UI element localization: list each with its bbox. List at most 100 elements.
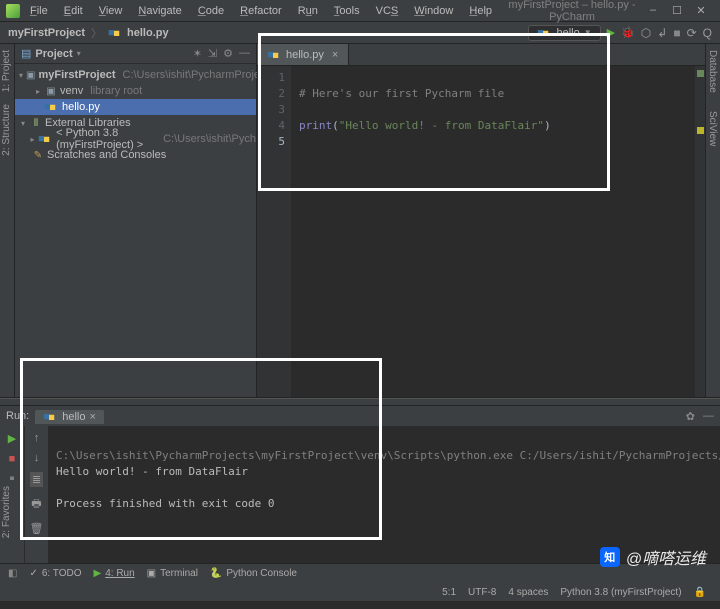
scratches-icon: ✎ [32, 150, 44, 161]
titlebar: FFileile Edit View Navigate Code Refacto… [0, 0, 720, 22]
chevron-right-icon: 〉 [89, 25, 104, 41]
console-output-line: Hello world! - from DataFlair [56, 465, 248, 478]
project-panel-title[interactable]: Project [35, 48, 72, 60]
chevron-right-icon[interactable]: ▸ [30, 135, 35, 144]
tool-tab-python-console[interactable]: 🐍Python Console [210, 568, 297, 579]
chevron-right-icon[interactable]: ▸ [34, 87, 42, 96]
main-area: 1: Project 2: Structure ▤ Project ▾ ✶ ⇲ … [0, 44, 720, 397]
tool-tab-favorites[interactable]: 2: Favorites [0, 480, 13, 544]
collapse-icon[interactable]: ⇲ [208, 47, 217, 60]
tool-tab-terminal[interactable]: ▣Terminal [147, 568, 198, 579]
debug-button[interactable]: 🐞 [621, 26, 635, 39]
update-button[interactable]: ⟳ [687, 26, 697, 40]
print-icon[interactable]: 🖶 [31, 495, 41, 514]
marker-ok-icon [697, 70, 704, 77]
menu-edit[interactable]: Edit [58, 5, 89, 17]
tool-tab-database[interactable]: Database [706, 44, 719, 99]
chevron-down-icon[interactable]: ▾ [19, 71, 23, 80]
console-output[interactable]: C:\Users\ishit\PycharmProjects\myFirstPr… [48, 426, 720, 563]
project-root[interactable]: myFirstProject [38, 69, 115, 81]
status-bar: 5:1 UTF-8 4 spaces Python 3.8 (myFirstPr… [0, 583, 720, 601]
settings-icon[interactable]: ⚙ [223, 47, 233, 60]
tool-tab-todo[interactable]: ✓6: TODO [29, 568, 81, 579]
code-line-4 [299, 135, 306, 148]
soft-wrap-icon[interactable]: ≣ [30, 472, 43, 487]
run-console-toolbar: ↑ ↓ ≣ 🖶 🗑 [24, 426, 48, 563]
window-close-icon[interactable]: ✕ [694, 4, 708, 17]
menu-tools[interactable]: Tools [328, 5, 366, 17]
console-exit-line: Process finished with exit code 0 [56, 497, 275, 510]
folder-icon: ▣ [26, 70, 35, 81]
project-tool-window: ▤ Project ▾ ✶ ⇲ ⚙ — ▾ ▣ myFirstProject C… [15, 44, 257, 397]
menu-refactor[interactable]: Refactor [234, 5, 288, 17]
python-file-icon [44, 101, 56, 113]
status-python[interactable]: Python 3.8 (myFirstProject) [554, 587, 687, 598]
menu-run[interactable]: Run [292, 5, 324, 17]
menu-code[interactable]: Code [192, 5, 230, 17]
menu-vcs[interactable]: VCS [370, 5, 405, 17]
tree-item-venv[interactable]: venv [60, 85, 83, 97]
stop-button[interactable]: ■ [9, 453, 16, 465]
menu-help[interactable]: Help [463, 5, 498, 17]
status-indent[interactable]: 4 spaces [502, 587, 554, 598]
editor-gutter[interactable]: 1 2 3 4 5 [257, 66, 291, 397]
venv-note: library root [90, 85, 142, 97]
tool-tab-structure[interactable]: 2: Structure [0, 98, 13, 162]
editor-tab-hello-py[interactable]: hello.py × [257, 44, 349, 65]
run-tab-hello[interactable]: hello × [35, 410, 104, 424]
tool-tab-run[interactable]: ▶4: Run [94, 568, 135, 579]
tool-tab-sciview[interactable]: SciView [706, 105, 719, 152]
close-tab-icon[interactable]: × [90, 411, 96, 423]
watermark: 知 @嘀嗒运维 [600, 545, 706, 569]
coverage-button[interactable]: ⬡ [641, 26, 651, 40]
editor-area: hello.py × 1 2 3 4 5 # Here's our first … [257, 44, 705, 397]
status-encoding[interactable]: UTF-8 [462, 587, 502, 598]
bottom-tabs-icon[interactable]: ◧ [8, 568, 17, 579]
window-maximize-icon[interactable]: ☐ [670, 4, 684, 17]
python-file-icon [43, 411, 55, 423]
stop-button[interactable]: ■ [673, 26, 680, 40]
close-tab-icon[interactable]: × [332, 49, 338, 61]
run-settings-icon[interactable]: ✿ [686, 410, 695, 423]
rerun-button[interactable]: ▶ [8, 432, 16, 445]
hide-icon[interactable]: — [239, 47, 250, 60]
run-button[interactable]: ▶ [607, 26, 615, 39]
menu-view[interactable]: View [93, 5, 129, 17]
down-stack-icon[interactable]: ↓ [34, 452, 40, 464]
search-everywhere-button[interactable]: Q [703, 26, 712, 40]
menu-navigate[interactable]: Navigate [132, 5, 187, 17]
lock-icon[interactable]: 🔒 [688, 587, 712, 598]
tree-item-python-env[interactable]: < Python 3.8 (myFirstProject) > [56, 127, 156, 151]
chevron-down-icon[interactable]: ▾ [77, 49, 81, 58]
tree-item-scratches[interactable]: Scratches and Consoles [47, 149, 166, 161]
trash-icon[interactable]: 🗑 [30, 522, 44, 535]
python-file-icon [108, 27, 120, 39]
python-file-icon [267, 49, 279, 61]
menu-window[interactable]: Window [408, 5, 459, 17]
python-file-icon [537, 27, 549, 39]
library-icon: ⫴ [30, 118, 42, 129]
chevron-down-icon[interactable]: ▾ [19, 119, 27, 128]
attach-button[interactable]: ↲ [657, 26, 667, 40]
run-panel-title: Run: [6, 410, 29, 422]
gear-icon[interactable]: ✶ [193, 47, 202, 60]
menu-file[interactable]: FFileile [24, 5, 54, 17]
tree-item-hello-py[interactable]: hello.py [15, 99, 256, 115]
run-config-name: hello [556, 27, 579, 39]
folder-icon: ▣ [45, 86, 57, 97]
code-line-1: # Here's our first Pycharm file [299, 87, 504, 100]
breadcrumb-file[interactable]: hello.py [127, 27, 169, 39]
tool-tab-project[interactable]: 1: Project [0, 44, 13, 98]
window-minimize-icon[interactable]: – [646, 4, 660, 17]
breadcrumb-project[interactable]: myFirstProject [8, 27, 85, 39]
editor-content[interactable]: # Here's our first Pycharm file print("H… [291, 66, 695, 397]
editor-marker-bar[interactable] [695, 66, 705, 397]
up-stack-icon[interactable]: ↑ [34, 432, 40, 444]
status-line-col[interactable]: 5:1 [436, 587, 462, 598]
zhihu-logo-icon: 知 [600, 547, 620, 567]
navigation-bar: myFirstProject 〉 hello.py hello ▼ ▶ 🐞 ⬡ … [0, 22, 720, 44]
run-configuration-selector[interactable]: hello ▼ [528, 25, 600, 41]
pycharm-logo-icon [6, 4, 20, 18]
project-tree[interactable]: ▾ ▣ myFirstProject C:\Users\ishit\Pychar… [15, 64, 256, 163]
run-hide-icon[interactable]: — [703, 410, 714, 423]
